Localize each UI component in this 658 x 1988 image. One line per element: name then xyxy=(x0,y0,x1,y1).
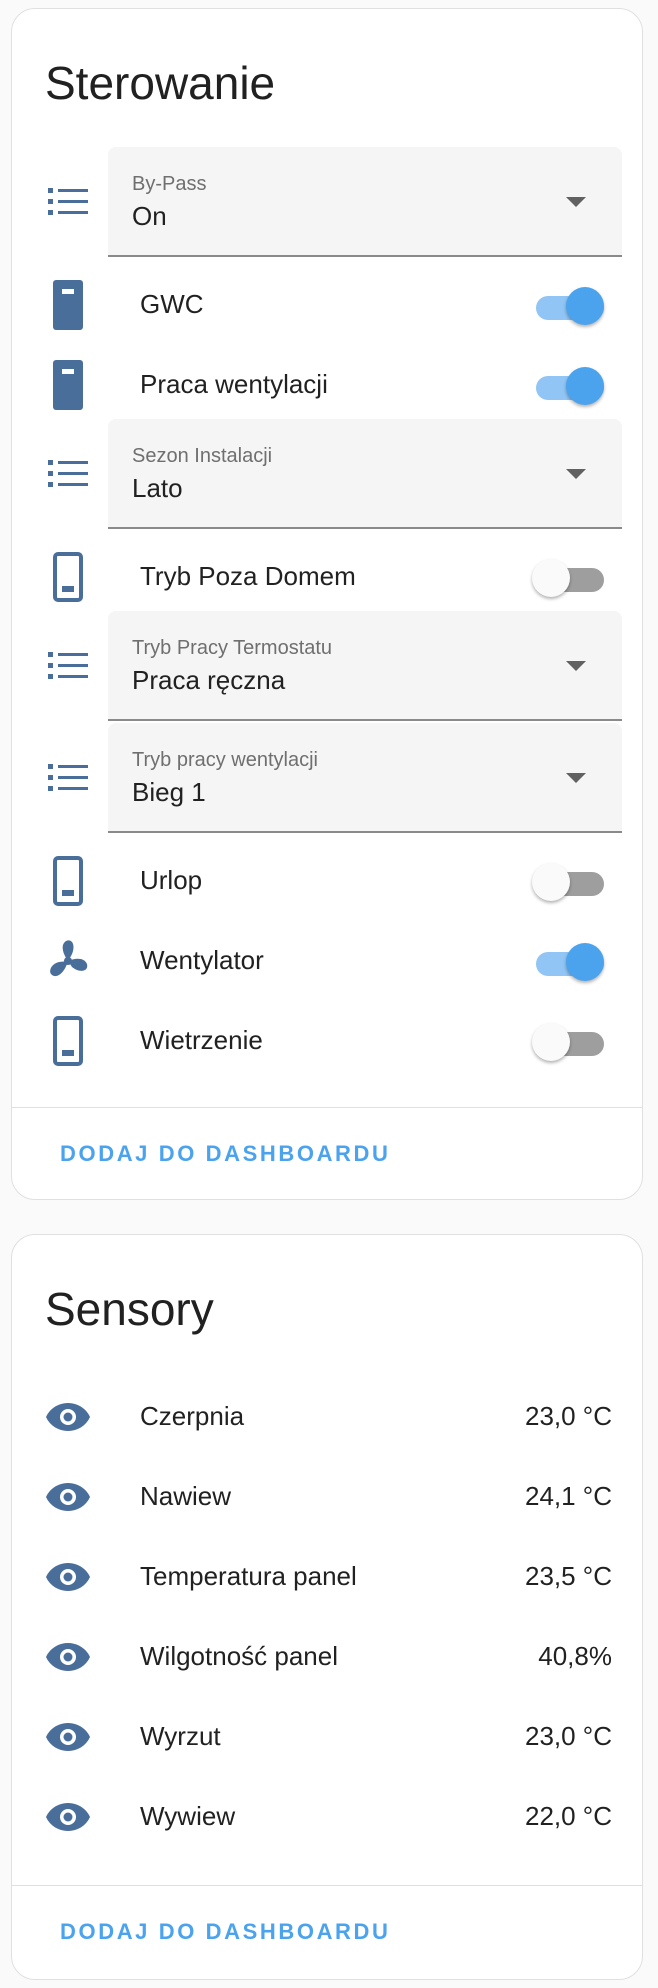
add-to-dashboard-button[interactable]: DODAJ DO DASHBOARDU xyxy=(60,1141,391,1167)
eye-icon xyxy=(38,1707,98,1767)
sensor-label: Czerpnia xyxy=(140,1401,245,1431)
sensor-label: Nawiew xyxy=(140,1481,232,1511)
toggle-thumb xyxy=(566,943,604,981)
eye-icon xyxy=(38,1467,98,1527)
chevron-down-icon xyxy=(566,773,586,783)
sensor-label: Wywiew xyxy=(140,1801,236,1831)
sensor-value: 23,0 °C xyxy=(524,1721,612,1751)
sezon-select-value: Lato xyxy=(132,473,183,503)
list-icon xyxy=(38,444,98,504)
control-row-bypass: By-Pass On xyxy=(12,147,644,257)
control-label: Tryb Poza Domem xyxy=(140,561,356,591)
toggle-thumb xyxy=(532,559,570,597)
bypass-select[interactable]: By-Pass On xyxy=(108,147,622,257)
sensor-value: 24,1 °C xyxy=(524,1481,612,1511)
sensor-value: 22,0 °C xyxy=(524,1801,612,1831)
sezon-select-label: Sezon Instalacji xyxy=(132,445,273,467)
card-divider xyxy=(12,1885,642,1886)
praca-wentylacji-toggle[interactable] xyxy=(530,363,604,407)
device-off-icon xyxy=(38,1011,98,1071)
control-row-wietrzenie: Wietrzenie xyxy=(12,1009,644,1073)
control-row-praca-wentylacji: Praca wentylacji xyxy=(12,353,644,417)
control-label: Urlop xyxy=(140,865,203,895)
sensors-card: Sensory Czerpnia 23,0 °C Nawiew 24,1 °C … xyxy=(11,1234,643,1980)
wietrzenie-toggle[interactable] xyxy=(530,1019,604,1063)
control-row-tryb-poza-domem: Tryb Poza Domem xyxy=(12,545,644,609)
sensor-row: Nawiew 24,1 °C xyxy=(12,1465,644,1529)
eye-icon xyxy=(38,1547,98,1607)
toggle-thumb xyxy=(566,287,604,325)
sensor-row: Wyrzut 23,0 °C xyxy=(12,1705,644,1769)
eye-icon xyxy=(38,1787,98,1847)
list-icon xyxy=(38,172,98,232)
control-label: Wietrzenie xyxy=(140,1025,263,1055)
control-label: Wentylator xyxy=(140,945,264,975)
control-label: Praca wentylacji xyxy=(140,369,328,399)
sensor-row: Czerpnia 23,0 °C xyxy=(12,1385,644,1449)
toggle-thumb xyxy=(532,1023,570,1061)
eye-icon xyxy=(38,1387,98,1447)
control-row-tryb-wentylacji: Tryb pracy wentylacji Bieg 1 xyxy=(12,723,644,833)
control-label: GWC xyxy=(140,289,204,319)
bypass-select-value: On xyxy=(132,201,167,231)
device-off-icon xyxy=(38,851,98,911)
urlop-toggle[interactable] xyxy=(530,859,604,903)
tryb-wentylacji-select-value: Bieg 1 xyxy=(132,777,206,807)
sensor-row: Temperatura panel 23,5 °C xyxy=(12,1545,644,1609)
sensor-value: 40,8% xyxy=(538,1641,612,1671)
termostat-select-value: Praca ręczna xyxy=(132,665,286,695)
sensor-label: Temperatura panel xyxy=(140,1561,357,1591)
sensor-value: 23,5 °C xyxy=(524,1561,612,1591)
add-to-dashboard-button[interactable]: DODAJ DO DASHBOARDU xyxy=(60,1919,391,1945)
eye-icon xyxy=(38,1627,98,1687)
device-icon xyxy=(38,275,98,335)
sensors-title: Sensory xyxy=(45,1283,214,1335)
sensor-row: Wywiew 22,0 °C xyxy=(12,1785,644,1849)
bypass-select-label: By-Pass xyxy=(132,173,207,195)
control-row-urlop: Urlop xyxy=(12,849,644,913)
chevron-down-icon xyxy=(566,661,586,671)
device-icon xyxy=(38,355,98,415)
controls-title: Sterowanie xyxy=(45,57,276,109)
sensor-row: Wilgotność panel 40,8% xyxy=(12,1625,644,1689)
fan-icon xyxy=(38,931,98,991)
tryb-poza-domem-toggle[interactable] xyxy=(530,555,604,599)
gwc-toggle[interactable] xyxy=(530,283,604,327)
sensor-value: 23,0 °C xyxy=(524,1401,612,1431)
controls-card: Sterowanie By-Pass On GWC Praca wentylac… xyxy=(11,8,643,1200)
sensor-label: Wilgotność panel xyxy=(140,1641,338,1671)
chevron-down-icon xyxy=(566,197,586,207)
tryb-wentylacji-select-label: Tryb pracy wentylacji xyxy=(132,749,318,771)
list-icon xyxy=(38,748,98,808)
tryb-wentylacji-select[interactable]: Tryb pracy wentylacji Bieg 1 xyxy=(108,723,622,833)
chevron-down-icon xyxy=(566,469,586,479)
toggle-thumb xyxy=(532,863,570,901)
control-row-gwc: GWC xyxy=(12,273,644,337)
control-row-termostat: Tryb Pracy Termostatu Praca ręczna xyxy=(12,611,644,721)
sezon-select[interactable]: Sezon Instalacji Lato xyxy=(108,419,622,529)
control-row-sezon: Sezon Instalacji Lato xyxy=(12,419,644,529)
card-divider xyxy=(12,1107,642,1108)
wentylator-toggle[interactable] xyxy=(530,939,604,983)
termostat-select[interactable]: Tryb Pracy Termostatu Praca ręczna xyxy=(108,611,622,721)
sensor-label: Wyrzut xyxy=(140,1721,221,1751)
list-icon xyxy=(38,636,98,696)
toggle-thumb xyxy=(566,367,604,405)
termostat-select-label: Tryb Pracy Termostatu xyxy=(132,637,333,659)
control-row-wentylator: Wentylator xyxy=(12,929,644,993)
device-off-icon xyxy=(38,547,98,607)
